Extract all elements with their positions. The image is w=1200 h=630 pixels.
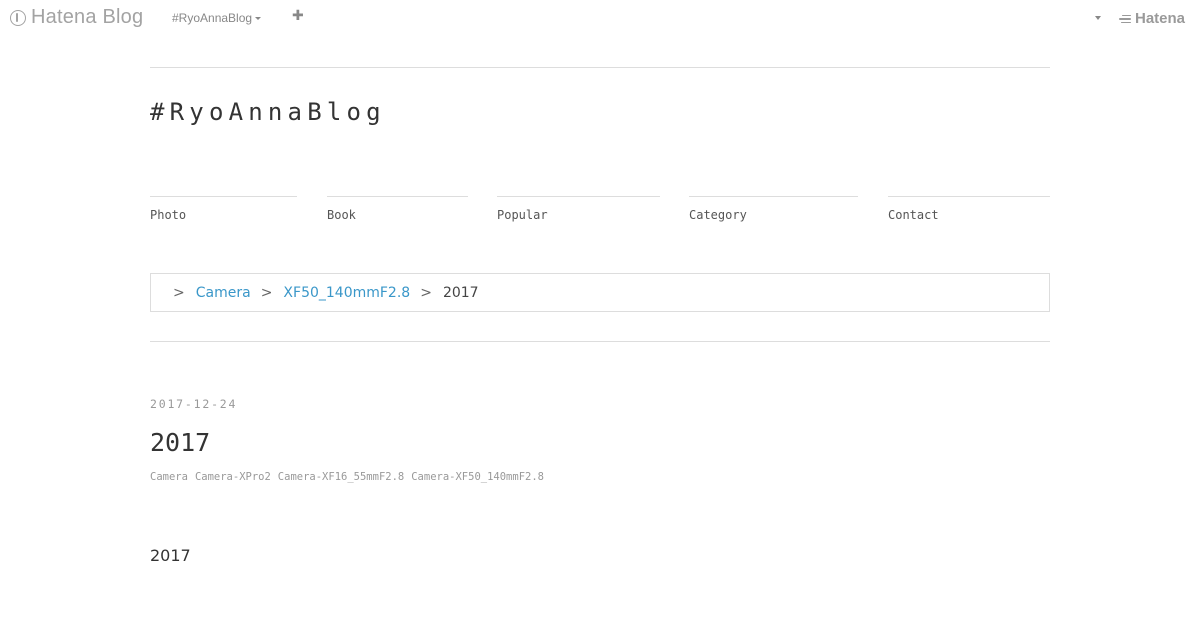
breadcrumb-current: 2017 xyxy=(442,284,479,301)
add-entry-button[interactable]: ✚ xyxy=(292,8,304,24)
breadcrumb-separator: > xyxy=(260,284,273,301)
user-menu-caret-icon[interactable] xyxy=(1095,16,1101,20)
content-divider xyxy=(150,341,1050,342)
entry-body-text: 2017 xyxy=(150,546,191,565)
header-divider xyxy=(150,67,1050,68)
category-link[interactable]: Camera-XF50_140mmF2.8 xyxy=(411,471,544,483)
nav-item-popular[interactable]: Popular xyxy=(497,196,660,222)
global-header: Hatena Blog #RyoAnnaBlog ✚ Hatena xyxy=(0,0,1200,36)
entry-title[interactable]: 2017 xyxy=(150,428,210,457)
breadcrumb-link-camera[interactable]: Camera xyxy=(196,285,251,301)
plus-icon: ✚ xyxy=(292,8,304,24)
blog-switcher-dropdown[interactable]: #RyoAnnaBlog xyxy=(172,11,262,25)
breadcrumb-separator: > xyxy=(420,284,432,301)
chevron-down-icon xyxy=(255,17,262,20)
category-link[interactable]: Camera-XPro2 xyxy=(195,471,271,483)
hatena-blog-logo-icon xyxy=(10,9,26,26)
hatena-logo-text: Hatena xyxy=(1135,10,1186,27)
entry-categories: Camera Camera-XPro2 Camera-XF16_55mmF2.8… xyxy=(150,471,551,483)
hatena-wave-icon xyxy=(1118,12,1132,26)
category-link[interactable]: Camera-XF16_55mmF2.8 xyxy=(278,471,404,483)
hatena-blog-logo-text: Hatena Blog xyxy=(31,6,144,28)
nav-item-book[interactable]: Book xyxy=(327,196,468,222)
blog-switcher-label: #RyoAnnaBlog xyxy=(172,11,253,25)
nav-item-contact[interactable]: Contact xyxy=(888,196,1050,222)
breadcrumb: > Camera > XF50_140mmF2.8 > 2017 xyxy=(150,273,1050,312)
nav-item-photo[interactable]: Photo xyxy=(150,196,297,222)
entry-date[interactable]: 2017-12-24 xyxy=(150,397,237,411)
category-link[interactable]: Camera xyxy=(150,471,188,483)
nav-item-category[interactable]: Category xyxy=(689,196,858,222)
hatena-logo[interactable]: Hatena xyxy=(1118,10,1185,27)
breadcrumb-separator: > xyxy=(173,284,185,301)
blog-title[interactable]: #RyoAnnaBlog xyxy=(150,98,386,126)
hatena-blog-logo[interactable]: Hatena Blog xyxy=(10,6,143,29)
breadcrumb-link-xf50[interactable]: XF50_140mmF2.8 xyxy=(283,285,410,301)
